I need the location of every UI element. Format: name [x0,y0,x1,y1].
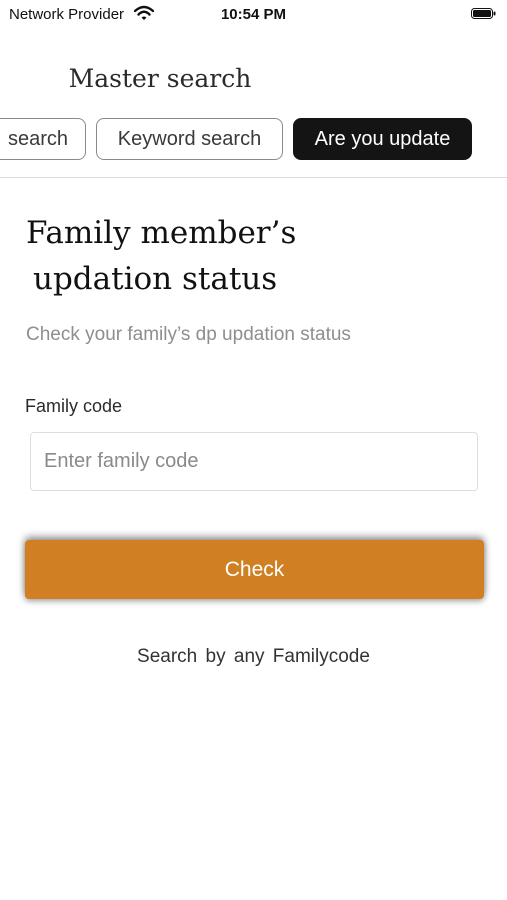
tab-are-you-update[interactable]: Are you update [293,118,472,160]
battery-icon [471,8,496,19]
check-button[interactable]: Check [25,540,484,599]
tab-keyword-search[interactable]: Keyword search [96,118,283,160]
header-divider [0,177,507,178]
heading-line-2: updation status [33,261,278,297]
search-hint: Search by any Familycode [137,646,370,667]
clock-time: 10:54 PM [220,6,287,23]
status-bar: Network Provider 10:54 PM [0,0,507,28]
section-heading: Family member’s updation status [26,210,346,302]
family-code-label: Family code [25,396,123,416]
tab-strip: search Keyword search Are you update [0,118,507,162]
family-code-input[interactable] [30,432,478,491]
tab-search[interactable]: search [0,118,86,160]
section-subtitle: Check your family’s dp updation status [26,324,351,345]
heading-line-1: Family member’s [26,215,297,251]
page-title: Master search [68,64,252,93]
